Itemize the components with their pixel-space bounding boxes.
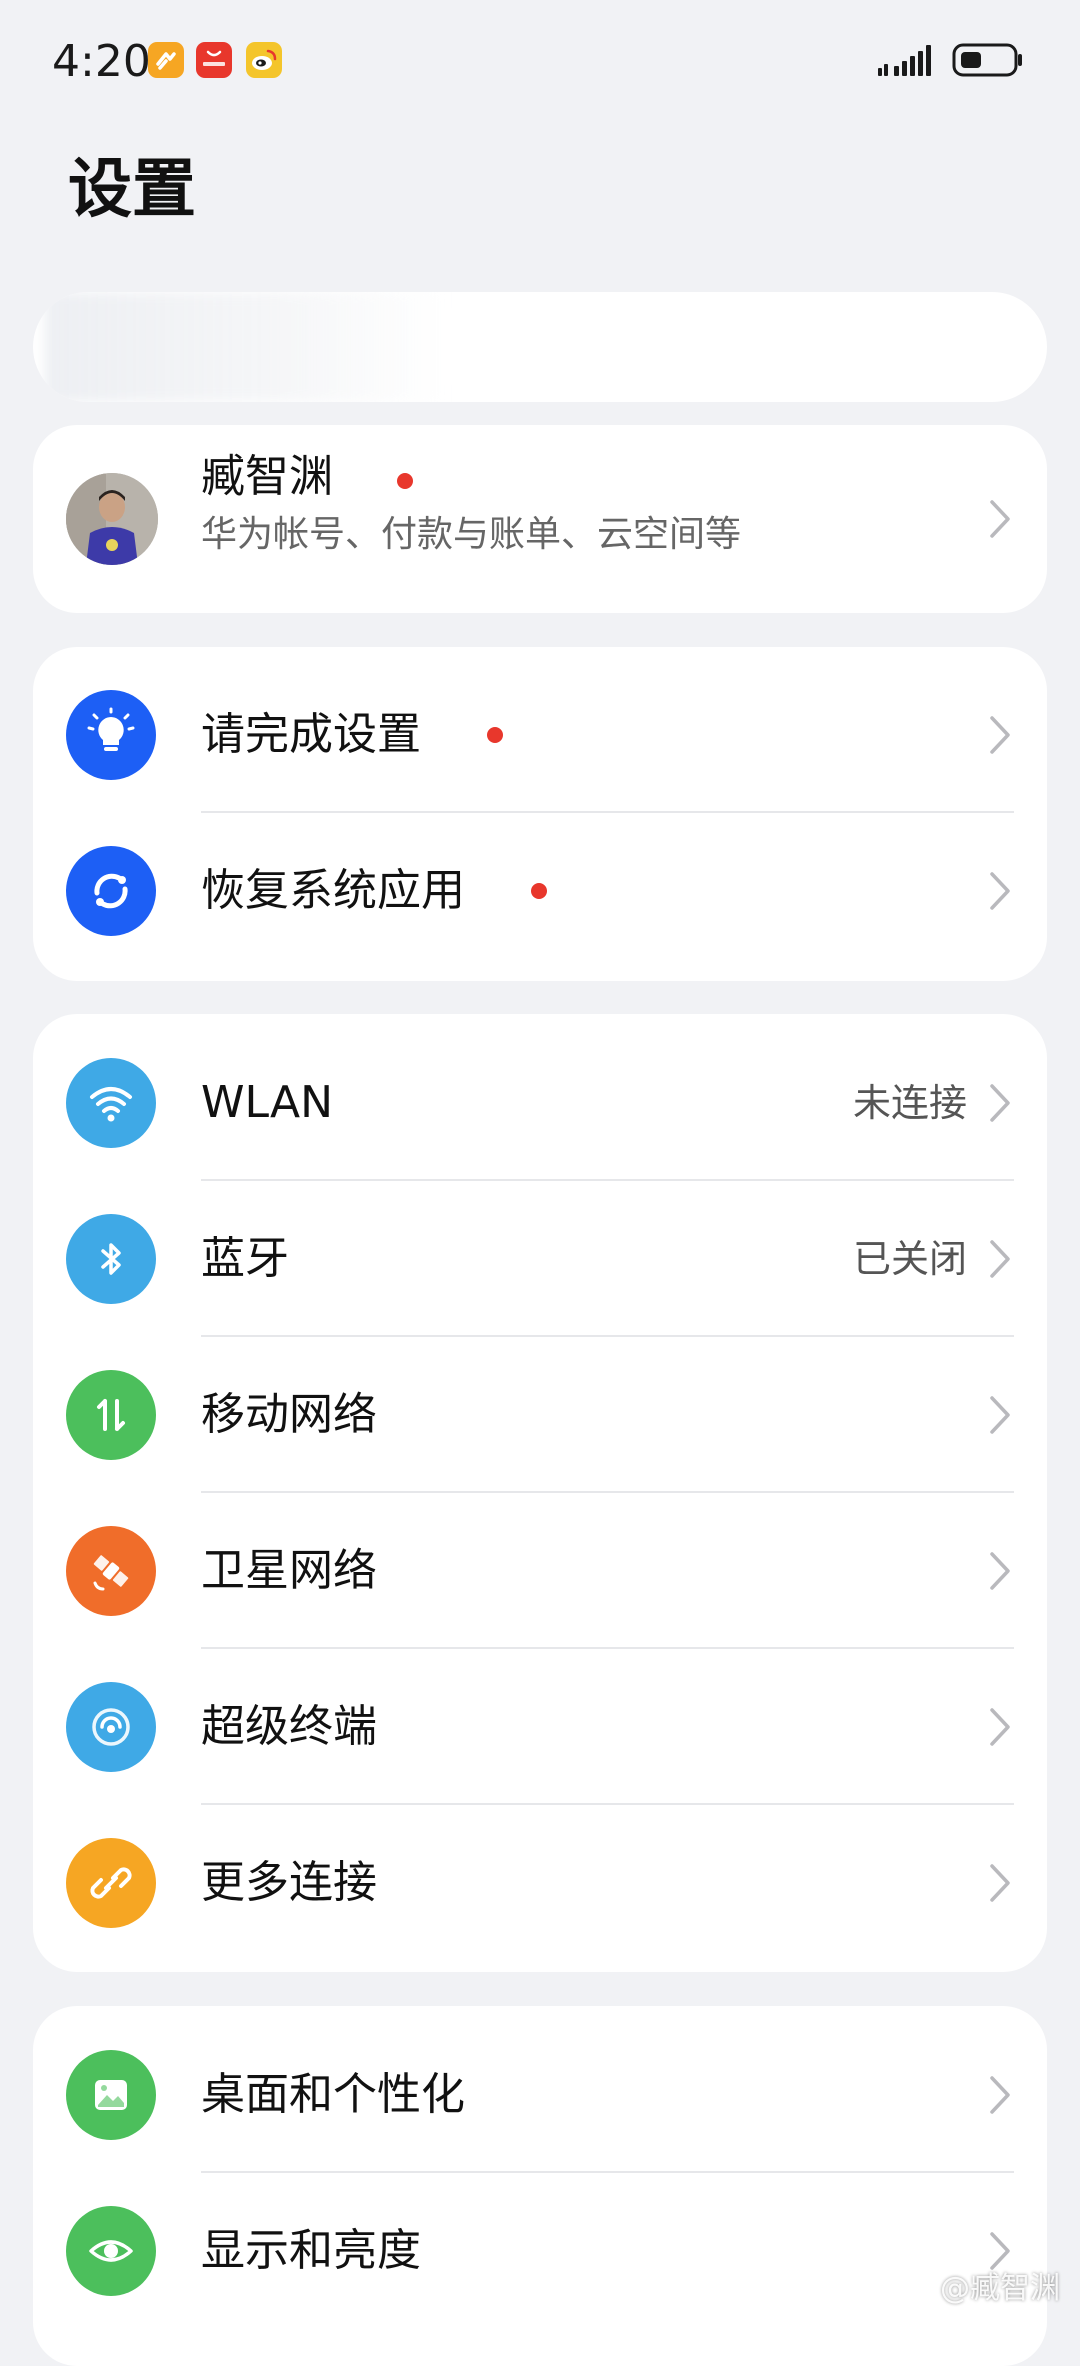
weibo-logo-icon (900, 2267, 934, 2303)
watermark: @臧智渊 (900, 2263, 1060, 2307)
settings-item-label: 显示和亮度 (201, 2225, 421, 2276)
link-icon (66, 1838, 156, 1928)
status-bar: 4:20 (0, 0, 1080, 130)
wifi-icon (66, 1058, 156, 1148)
settings-item-label: 更多连接 (201, 1857, 377, 1908)
chevron-right-icon (990, 1396, 1010, 1434)
setup-item-label: 恢复系统应用 (201, 865, 465, 916)
settings-item-mobile-network[interactable]: 移动网络 (33, 1337, 1047, 1493)
weibo-icon (246, 42, 282, 78)
settings-item-satellite-network[interactable]: 卫星网络 (33, 1493, 1047, 1649)
huawei-store-icon (196, 42, 232, 78)
settings-item-wlan[interactable]: WLAN 未连接 (33, 1025, 1047, 1181)
chevron-right-icon (990, 872, 1010, 910)
super-device-icon (66, 1682, 156, 1772)
chevron-right-icon (990, 1552, 1010, 1590)
badge-dot (531, 883, 547, 899)
chevron-right-icon (990, 1708, 1010, 1746)
badge-dot (487, 727, 503, 743)
battery-icon (952, 42, 1024, 82)
chevron-right-icon (990, 1864, 1010, 1902)
huawei-health-icon (148, 42, 184, 78)
watermark-text: @臧智渊 (940, 2271, 1060, 2306)
settings-item-label: WLAN (201, 1077, 334, 1128)
settings-item-home-screen-personalization[interactable]: 桌面和个性化 (33, 2017, 1047, 2173)
avatar (66, 473, 158, 565)
signal-strength-icon (876, 42, 938, 82)
connectivity-group: WLAN 未连接 蓝牙 已关闭 移动网络 卫星网络 超级终端 更多连接 (33, 1014, 1047, 1972)
settings-item-label: 卫星网络 (201, 1545, 377, 1596)
setup-item-complete-setup[interactable]: 请完成设置 (33, 657, 1047, 813)
settings-item-bluetooth[interactable]: 蓝牙 已关闭 (33, 1181, 1047, 1337)
eye-icon (66, 2206, 156, 2296)
settings-item-label: 超级终端 (201, 1701, 377, 1752)
wlan-status-value: 未连接 (852, 1081, 967, 1125)
setup-item-restore-system-apps[interactable]: 恢复系统应用 (33, 813, 1047, 969)
chevron-right-icon (990, 2076, 1010, 2114)
restore-icon (66, 846, 156, 936)
bluetooth-status-value: 已关闭 (852, 1237, 967, 1281)
mobile-data-icon (66, 1370, 156, 1460)
settings-item-more-connections[interactable]: 更多连接 (33, 1805, 1047, 1961)
settings-item-label: 桌面和个性化 (201, 2069, 465, 2120)
page-title: 设置 (68, 153, 196, 227)
bluetooth-icon (66, 1214, 156, 1304)
chevron-right-icon (990, 716, 1010, 754)
account-name: 臧智渊 (201, 451, 333, 502)
search-bar-blurred-content (45, 292, 445, 402)
account-subtitle: 华为帐号、付款与账单、云空间等 (201, 514, 742, 555)
settings-item-label: 蓝牙 (201, 1233, 289, 1284)
settings-item-super-device[interactable]: 超级终端 (33, 1649, 1047, 1805)
chevron-right-icon (990, 1240, 1010, 1278)
satellite-icon (66, 1526, 156, 1616)
setup-group: 请完成设置 恢复系统应用 (33, 647, 1047, 981)
settings-item-label: 移动网络 (201, 1389, 377, 1440)
chevron-right-icon (990, 500, 1010, 538)
setup-item-label: 请完成设置 (201, 709, 421, 760)
account-badge-dot (397, 473, 413, 489)
status-time: 4:20 (52, 36, 151, 87)
chevron-right-icon (990, 1084, 1010, 1122)
account-card[interactable]: 臧智渊 华为帐号、付款与账单、云空间等 (33, 425, 1047, 613)
display-group: 桌面和个性化 显示和亮度 (33, 2006, 1047, 2366)
settings-item-display-brightness[interactable]: 显示和亮度 (33, 2173, 1047, 2329)
wallpaper-icon (66, 2050, 156, 2140)
lightbulb-icon (66, 690, 156, 780)
search-bar[interactable] (33, 292, 1047, 402)
